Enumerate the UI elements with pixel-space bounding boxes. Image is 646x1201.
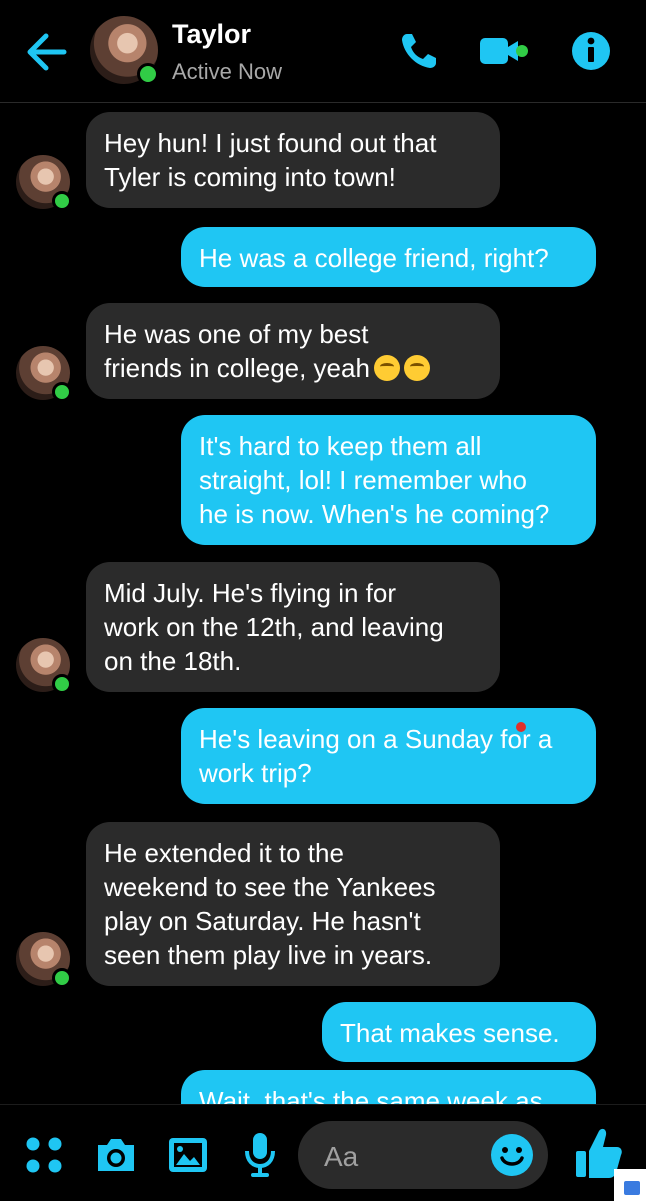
message-line: Hey hun! I just found out that xyxy=(104,128,437,158)
outgoing-message[interactable]: He's leaving on a Sunday for a work trip… xyxy=(181,708,596,804)
message-line: work trip? xyxy=(199,758,312,788)
message-line: work on the 12th, and leaving xyxy=(104,612,444,642)
video-camera-icon[interactable] xyxy=(478,32,528,70)
outgoing-message[interactable]: That makes sense. xyxy=(322,1002,596,1062)
sender-avatar[interactable] xyxy=(16,932,72,988)
sender-avatar[interactable] xyxy=(16,346,72,402)
apps-grid-icon[interactable] xyxy=(24,1135,64,1175)
message-line: he is now. When's he coming? xyxy=(199,499,550,529)
chat-header: Taylor Active Now xyxy=(0,0,646,103)
message-line: He extended it to the xyxy=(104,838,344,868)
message-line: seen them play live in years. xyxy=(104,940,433,970)
incoming-message[interactable]: He was one of my best friends in college… xyxy=(86,303,500,399)
message-line: straight, lol! I remember who xyxy=(199,465,528,495)
composer-bar: Aa xyxy=(0,1104,646,1201)
message-line: Tyler is coming into town! xyxy=(104,162,396,192)
outgoing-message[interactable]: It's hard to keep them all straight, lol… xyxy=(181,415,596,545)
message-line: on the 18th. xyxy=(104,646,242,676)
emoji-icon[interactable] xyxy=(490,1133,534,1177)
microphone-icon[interactable] xyxy=(242,1131,278,1179)
message-line: play on Saturday. He hasn't xyxy=(104,906,421,936)
contact-name[interactable]: Taylor xyxy=(172,19,251,50)
back-arrow-icon[interactable] xyxy=(24,32,68,72)
eye-roll-emoji xyxy=(373,355,400,381)
message-line: He was one of my best xyxy=(104,319,369,349)
message-line: It's hard to keep them all xyxy=(199,431,482,461)
camera-icon[interactable] xyxy=(94,1135,138,1175)
phone-icon[interactable] xyxy=(398,30,440,72)
corner-badge xyxy=(614,1169,646,1201)
incoming-message[interactable]: Hey hun! I just found out that Tyler is … xyxy=(86,112,500,208)
online-indicator xyxy=(137,63,159,85)
message-line: He was a college friend, right? xyxy=(199,243,549,273)
message-input-placeholder: Aa xyxy=(324,1141,359,1172)
info-icon[interactable] xyxy=(571,31,611,71)
sender-avatar[interactable] xyxy=(16,155,72,211)
kiss-emoji xyxy=(403,355,430,381)
outgoing-message[interactable]: He was a college friend, right? xyxy=(181,227,596,287)
message-input[interactable]: Aa xyxy=(298,1121,548,1189)
incoming-message[interactable]: He extended it to the weekend to see the… xyxy=(86,822,500,986)
gallery-icon[interactable] xyxy=(166,1135,210,1175)
incoming-message[interactable]: Mid July. He's flying in for work on the… xyxy=(86,562,500,692)
message-line: That makes sense. xyxy=(340,1018,560,1048)
contact-status: Active Now xyxy=(172,59,283,84)
message-line: weekend to see the Yankees xyxy=(104,872,436,902)
sender-avatar[interactable] xyxy=(16,638,72,694)
message-line: friends in college, yeah xyxy=(104,353,370,383)
cursor-marker xyxy=(516,722,526,732)
message-line: Mid July. He's flying in for xyxy=(104,578,397,608)
